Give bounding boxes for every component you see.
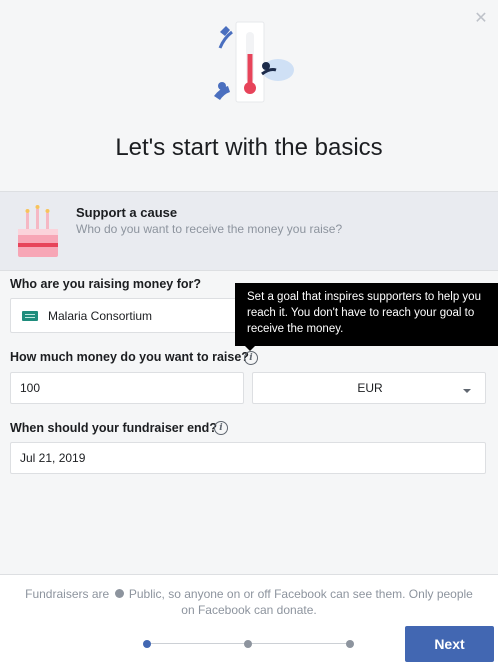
privacy-text-start: Fundraisers are [25,587,110,601]
privacy-text-end: Public, so anyone on or off Facebook can… [128,587,473,617]
currency-select[interactable]: EUR [252,372,486,404]
close-icon[interactable]: ✕ [472,10,490,28]
goal-amount-value: 100 [20,381,41,395]
charity-icon [22,311,38,321]
end-date-input[interactable]: Jul 21, 2019 [10,442,486,474]
birthday-cake-icon [18,205,58,257]
goal-tooltip: Set a goal that inspires supporters to h… [235,283,498,346]
fundraiser-illustration [214,21,294,103]
step-indicator [140,637,355,651]
cause-subtitle: Who do you want to receive the money you… [76,222,343,236]
end-date-label: When should your fundraiser end? [10,421,217,435]
recipient-value: Malaria Consortium [48,309,153,323]
next-button[interactable]: Next [405,626,494,662]
goal-label: How much money do you want to raise? [10,350,249,364]
recipient-label: Who are you raising money for? [10,277,201,291]
end-date-value: Jul 21, 2019 [20,451,86,465]
step-dot-3 [346,640,354,648]
page-title: Let's start with the basics [115,134,383,161]
cause-title: Support a cause [76,205,178,220]
info-icon[interactable]: i [214,421,228,435]
privacy-notice: Fundraisers are Public, so anyone on or … [20,586,478,618]
goal-amount-input[interactable]: 100 [10,372,244,404]
step-dot-2 [244,640,252,648]
currency-value: EUR [357,381,383,395]
chevron-down-icon [463,389,471,393]
step-dot-1 [143,640,151,648]
globe-icon [114,589,124,598]
info-icon[interactable]: i [244,351,258,365]
